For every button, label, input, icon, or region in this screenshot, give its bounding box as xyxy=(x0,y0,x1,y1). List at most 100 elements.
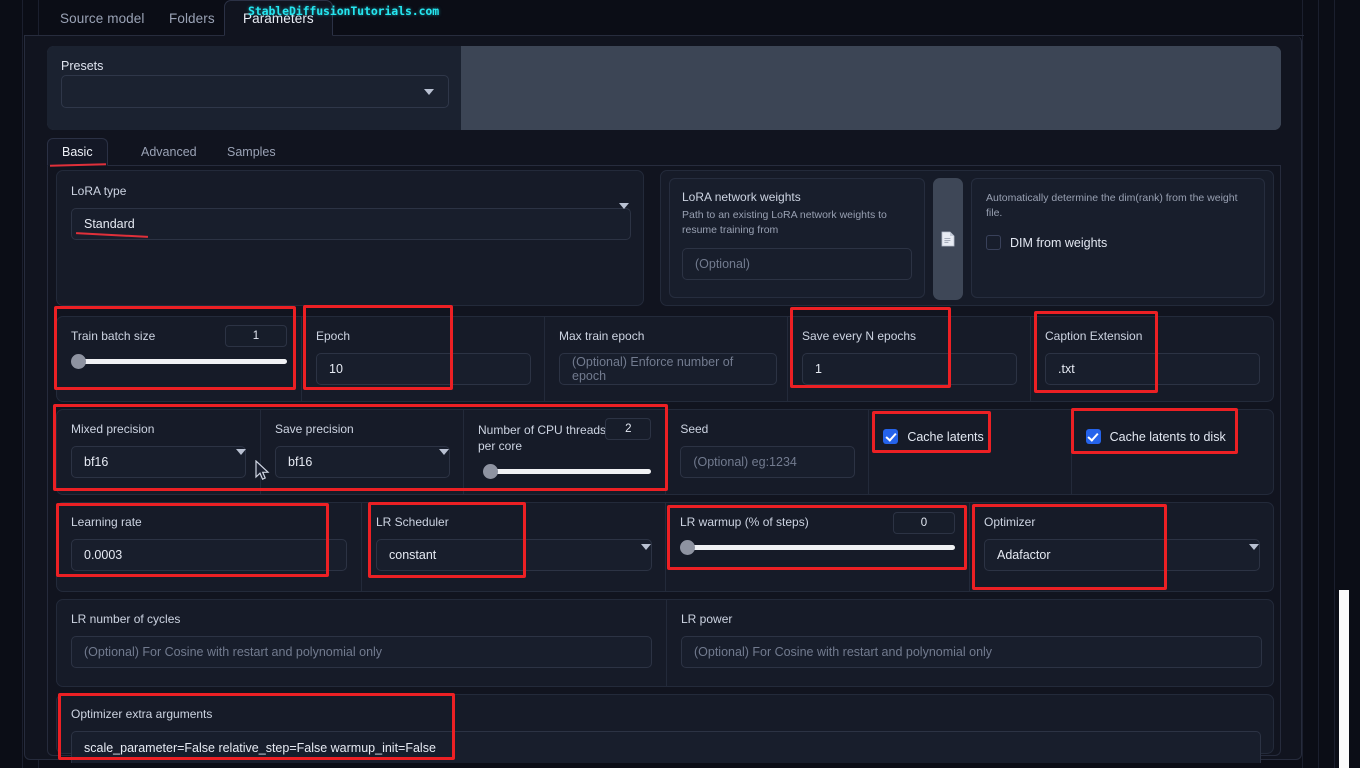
file-browse-button[interactable] xyxy=(933,178,963,300)
cache-latents-to-disk-checkbox[interactable] xyxy=(1085,429,1101,444)
dim-from-weights-description: Automatically determine the dim(rank) fr… xyxy=(986,192,1238,220)
presets-section: Presets xyxy=(47,46,1281,130)
mixed-precision-label: Mixed precision xyxy=(71,422,155,436)
save-every-n-epochs-label: Save every N epochs xyxy=(802,329,917,343)
basic-advanced-samples-tabs: Basic Advanced Samples xyxy=(47,138,1281,166)
save-precision-label: Save precision xyxy=(275,422,354,436)
lr-power-input[interactable]: (Optional) For Cosine with restart and p… xyxy=(681,636,1262,668)
optimizer-extra-arguments-input[interactable]: scale_parameter=False relative_step=Fals… xyxy=(71,731,1261,763)
train-batch-size-value[interactable]: 1 xyxy=(225,325,287,347)
precision-group: Mixed precision bf16 Save precision bf16 xyxy=(56,409,1274,495)
optimizer-field: Optimizer Adafactor xyxy=(969,503,1273,591)
lr-power-field: LR power (Optional) For Cosine with rest… xyxy=(666,600,1275,686)
tab-basic[interactable]: Basic xyxy=(47,138,108,166)
train-batch-size-slider[interactable] xyxy=(71,353,287,369)
caption-extension-label: Caption Extension xyxy=(1045,329,1143,343)
dim-from-weights-label: DIM from weights xyxy=(1010,235,1108,250)
lr-number-of-cycles-label: LR number of cycles xyxy=(71,612,181,626)
caption-extension-input[interactable]: .txt xyxy=(1045,353,1260,385)
lora-type-select[interactable]: Standard xyxy=(71,202,631,240)
chevron-down-icon xyxy=(1249,544,1259,550)
presets-left-pane: Presets xyxy=(47,46,461,130)
presets-select[interactable] xyxy=(61,75,449,108)
parameters-panel: Presets Basic Advanced Samples LoRA type xyxy=(24,36,1302,763)
slider-knob[interactable] xyxy=(680,540,695,555)
slider-track xyxy=(77,359,287,364)
tab-samples[interactable]: Samples xyxy=(213,138,290,166)
cache-latents-to-disk-checkbox-row[interactable]: Cache latents to disk xyxy=(1085,429,1259,444)
learning-rate-input[interactable]: 0.0003 xyxy=(71,539,347,571)
page-scrollbar-thumb[interactable] xyxy=(1339,590,1349,768)
train-batch-size-field: Train batch size 1 xyxy=(57,317,301,401)
epoch-field: Epoch 10 xyxy=(301,317,544,401)
lora-network-weights-label: LoRA network weights xyxy=(682,190,801,204)
tab-source-model[interactable]: Source model xyxy=(42,0,163,36)
tab-advanced[interactable]: Advanced xyxy=(127,138,211,166)
lr-warmup-value[interactable]: 0 xyxy=(893,512,955,534)
optimizer-extra-arguments-card: Optimizer extra arguments scale_paramete… xyxy=(56,694,1274,763)
chrome-rail-right-3 xyxy=(1334,0,1335,768)
mixed-precision-select[interactable]: bf16 xyxy=(71,446,246,478)
lora-network-weights-card: LoRA network weights Path to an existing… xyxy=(660,170,1274,306)
learning-rate-field: Learning rate 0.0003 xyxy=(57,503,361,591)
seed-field: Seed (Optional) eg:1234 xyxy=(665,410,868,494)
lr-power-label: LR power xyxy=(681,612,733,626)
optimizer-select[interactable]: Adafactor xyxy=(984,539,1260,571)
lr-warmup-field: LR warmup (% of steps) 0 xyxy=(665,503,969,591)
top-tabbar: Source model Folders Parameters xyxy=(24,0,1304,36)
cpu-threads-slider[interactable] xyxy=(478,463,652,480)
cache-latents-to-disk-field: Cache latents to disk xyxy=(1070,410,1273,494)
dim-from-weights-checkbox-row[interactable]: DIM from weights xyxy=(986,235,1250,251)
lr-scheduler-value: constant xyxy=(389,548,437,562)
slider-knob[interactable] xyxy=(71,354,86,369)
lora-network-weights-input[interactable]: (Optional) xyxy=(682,248,912,281)
save-precision-select[interactable]: bf16 xyxy=(275,446,450,478)
chevron-down-icon xyxy=(236,449,246,455)
slider-track xyxy=(484,469,652,475)
chrome-rail-left-1 xyxy=(22,0,23,768)
presets-right-pane xyxy=(461,46,1281,130)
lr-warmup-slider[interactable] xyxy=(680,539,955,555)
app-window: Source model Folders Parameters StableDi… xyxy=(0,0,1360,768)
seed-label: Seed xyxy=(680,422,709,436)
lr-number-of-cycles-input[interactable]: (Optional) For Cosine with restart and p… xyxy=(71,636,652,668)
caption-extension-field: Caption Extension .txt xyxy=(1030,317,1273,401)
cache-latents-checkbox[interactable] xyxy=(883,429,899,444)
optimizer-label: Optimizer xyxy=(984,515,1036,529)
training-basics-group: Train batch size 1 Epoch 10 Max train ep… xyxy=(56,316,1274,402)
epoch-input[interactable]: 10 xyxy=(316,353,531,385)
lora-type-card: LoRA type Standard xyxy=(56,170,644,306)
slider-knob[interactable] xyxy=(483,464,498,480)
lr-scheduler-label: LR Scheduler xyxy=(376,515,449,529)
save-every-n-epochs-input[interactable]: 1 xyxy=(802,353,1017,385)
optimizer-extra-arguments-label: Optimizer extra arguments xyxy=(71,707,213,721)
max-train-epoch-input[interactable]: (Optional) Enforce number of epoch xyxy=(559,353,777,385)
max-train-epoch-field: Max train epoch (Optional) Enforce numbe… xyxy=(544,317,787,401)
cpu-threads-field: Number of CPU threads per core 2 xyxy=(463,410,665,494)
cpu-threads-value[interactable]: 2 xyxy=(605,418,652,440)
tab-folders[interactable]: Folders xyxy=(151,0,233,36)
cache-latents-to-disk-label: Cache latents to disk xyxy=(1109,429,1226,444)
save-precision-field: Save precision bf16 xyxy=(260,410,463,494)
save-precision-value: bf16 xyxy=(288,455,313,469)
cache-latents-checkbox-row[interactable]: Cache latents xyxy=(883,429,1056,444)
cache-latents-label: Cache latents xyxy=(907,429,984,444)
chrome-rail-right-1 xyxy=(1302,0,1303,768)
lr-scheduler-select[interactable]: constant xyxy=(376,539,652,571)
learning-rate-label: Learning rate xyxy=(71,515,142,529)
mixed-precision-value: bf16 xyxy=(84,455,109,469)
presets-label: Presets xyxy=(61,59,104,73)
document-icon xyxy=(941,231,955,247)
chrome-rail-right-2 xyxy=(1318,0,1319,768)
seed-input[interactable]: (Optional) eg:1234 xyxy=(680,446,856,478)
watermark: StableDiffusionTutorials.com xyxy=(248,4,440,18)
cpu-threads-label: Number of CPU threads per core xyxy=(478,423,607,454)
dim-from-weights-checkbox[interactable] xyxy=(986,235,1001,251)
optimizer-value: Adafactor xyxy=(997,548,1051,562)
lr-scheduler-field: LR Scheduler constant xyxy=(361,503,665,591)
learning-group: Learning rate 0.0003 LR Scheduler consta… xyxy=(56,502,1274,592)
lora-network-weights-description: Path to an existing LoRA network weights… xyxy=(682,209,887,237)
mixed-precision-field: Mixed precision bf16 xyxy=(57,410,260,494)
chevron-down-icon xyxy=(619,202,629,209)
lora-type-value: Standard xyxy=(84,217,135,231)
